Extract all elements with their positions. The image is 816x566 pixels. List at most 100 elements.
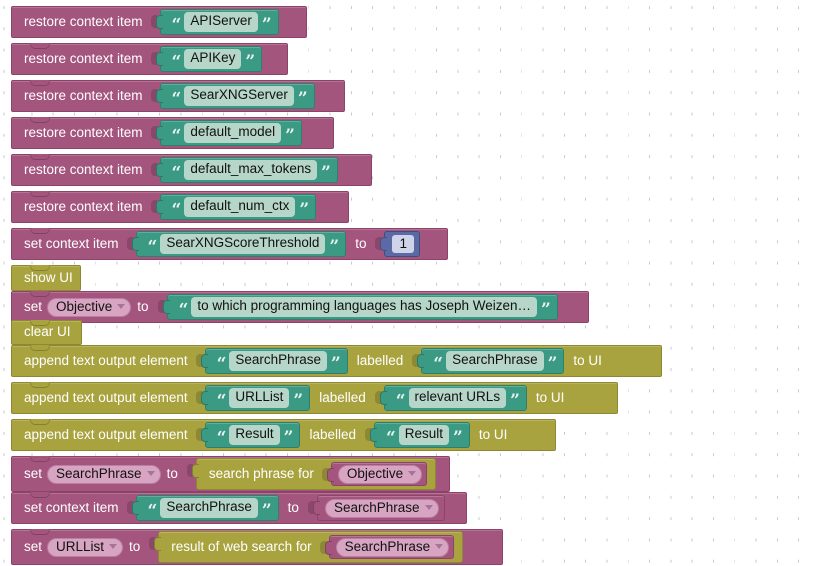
text-field-2[interactable]: relevant URLs bbox=[408, 388, 507, 408]
block-label: append text output element bbox=[24, 426, 188, 442]
text-field[interactable]: SearXNGScoreThreshold bbox=[160, 234, 326, 254]
dropdown-label: SearchPhrase bbox=[333, 499, 420, 515]
block-label: restore context item bbox=[24, 124, 143, 140]
text-value-block[interactable]: “ default_num_ctx ” bbox=[155, 194, 317, 220]
variable-dropdown-objective[interactable]: Objective bbox=[337, 464, 423, 484]
text-field[interactable]: default_num_ctx bbox=[184, 197, 296, 217]
reporter-label: search phrase for bbox=[208, 465, 314, 481]
text-value-block[interactable]: “ APIKey ” bbox=[155, 46, 263, 72]
connector-label: to bbox=[355, 235, 367, 251]
chevron-down-icon bbox=[146, 471, 155, 476]
connector-label: to bbox=[166, 465, 178, 481]
number-value-block[interactable]: 1 bbox=[380, 231, 420, 257]
blockly-workspace[interactable]: restore context item “ APIServer ” resto… bbox=[0, 0, 816, 566]
block-label: restore context item bbox=[24, 50, 143, 66]
block-canvas[interactable]: restore context item “ APIServer ” resto… bbox=[0, 0, 816, 566]
text-field-2[interactable]: Result bbox=[398, 425, 450, 445]
block-label: set context item bbox=[24, 235, 119, 251]
connector-label: to bbox=[137, 298, 149, 314]
block-label: set bbox=[24, 465, 43, 481]
text-value-block[interactable]: “ default_model ” bbox=[155, 120, 302, 146]
text-field[interactable]: SearchPhrase bbox=[160, 498, 258, 518]
text-value-block-2[interactable]: “ Result ” bbox=[370, 422, 470, 448]
block-label: restore context item bbox=[24, 161, 143, 177]
block-label: restore context item bbox=[24, 13, 143, 29]
text-value-block[interactable]: “ APIServer ” bbox=[155, 9, 279, 35]
number-field[interactable]: 1 bbox=[392, 234, 414, 254]
block-append-text-output-searchphrase[interactable]: append text output element “ SearchPhras… bbox=[11, 345, 662, 377]
variable-dropdown-searchphrase[interactable]: SearchPhrase bbox=[335, 537, 450, 557]
variable-dropdown-searchphrase[interactable]: SearchPhrase bbox=[47, 464, 161, 484]
text-value-block[interactable]: “ SearXNGServer ” bbox=[155, 83, 315, 109]
block-label: show UI bbox=[24, 269, 73, 285]
block-append-text-output-result[interactable]: append text output element “ Result ” la… bbox=[11, 419, 556, 451]
block-restore-context-item-searxngserver[interactable]: restore context item “ SearXNGServer ” bbox=[11, 80, 345, 112]
variable-dropdown-urllist[interactable]: URLList bbox=[47, 537, 124, 557]
connector-label: to bbox=[287, 499, 299, 515]
chevron-down-icon bbox=[109, 544, 118, 549]
connector-label: labelled bbox=[319, 389, 366, 405]
text-value-block[interactable]: “ to which programming languages has Jos… bbox=[162, 294, 558, 320]
connector-label: labelled bbox=[356, 352, 404, 368]
block-restore-context-item-default-max-tokens[interactable]: restore context item “ default_max_token… bbox=[11, 154, 372, 186]
text-field[interactable]: to which programming languages has Josep… bbox=[191, 297, 538, 317]
block-set-context-item-threshold[interactable]: set context item “ SearXNGScoreThreshold… bbox=[11, 228, 448, 260]
text-value-block[interactable]: “ SearchPhrase ” bbox=[200, 348, 348, 374]
text-field[interactable]: APIKey bbox=[184, 49, 242, 69]
reporter-label: result of web search for bbox=[171, 538, 312, 554]
block-set-variable-urllist[interactable]: set URLList to result of web search for … bbox=[11, 529, 503, 565]
block-label: set context item bbox=[24, 499, 119, 515]
block-label: clear UI bbox=[24, 324, 71, 340]
variable-dropdown-objective[interactable]: Objective bbox=[47, 297, 132, 317]
block-label: set bbox=[24, 538, 43, 554]
dropdown-label: SearchPhrase bbox=[344, 538, 431, 554]
block-restore-context-item-default-num-ctx[interactable]: restore context item “ default_num_ctx ” bbox=[11, 191, 349, 223]
text-value-block[interactable]: “ default_max_tokens ” bbox=[155, 157, 338, 183]
reporter-search-phrase-for[interactable]: search phrase for Objective bbox=[191, 458, 437, 490]
dropdown-label: URLList bbox=[56, 538, 105, 554]
reporter-result-of-web-search-for[interactable]: result of web search for SearchPhrase bbox=[154, 531, 464, 563]
block-set-variable-searchphrase[interactable]: set SearchPhrase to search phrase for Ob… bbox=[11, 456, 450, 492]
text-value-block[interactable]: “ SearchPhrase ” bbox=[131, 495, 279, 521]
text-value-block[interactable]: “ Result ” bbox=[200, 422, 301, 448]
block-label: append text output element bbox=[24, 389, 188, 405]
variable-value-block[interactable]: SearchPhrase bbox=[324, 535, 455, 559]
connector-label: labelled bbox=[309, 426, 356, 442]
text-value-block-2[interactable]: “ relevant URLs ” bbox=[379, 385, 527, 411]
chevron-down-icon bbox=[424, 505, 433, 510]
block-set-variable-objective[interactable]: set Objective to “ to which programming … bbox=[11, 291, 589, 323]
text-field[interactable]: default_model bbox=[184, 123, 282, 143]
text-field-2[interactable]: SearchPhrase bbox=[446, 351, 544, 371]
block-show-ui[interactable]: show UI bbox=[11, 265, 81, 291]
suffix-label: to UI bbox=[535, 389, 565, 405]
block-restore-context-item-apikey[interactable]: restore context item “ APIKey ” bbox=[11, 43, 288, 75]
text-value-block-2[interactable]: “ SearchPhrase ” bbox=[417, 348, 565, 374]
connector-label: to bbox=[129, 538, 141, 554]
chevron-down-icon bbox=[435, 544, 444, 549]
block-restore-context-item-apiserver[interactable]: restore context item “ APIServer ” bbox=[11, 6, 307, 38]
block-restore-context-item-default-model[interactable]: restore context item “ default_model ” bbox=[11, 117, 334, 149]
chevron-down-icon bbox=[408, 471, 417, 476]
variable-value-block[interactable]: Objective bbox=[326, 462, 428, 486]
text-field[interactable]: APIServer bbox=[184, 12, 258, 32]
dropdown-label: SearchPhrase bbox=[56, 465, 142, 481]
block-clear-ui[interactable]: clear UI bbox=[11, 320, 82, 345]
suffix-label: to UI bbox=[573, 352, 602, 368]
text-field[interactable]: Result bbox=[229, 425, 280, 445]
suffix-label: to UI bbox=[478, 426, 508, 442]
block-label: restore context item bbox=[24, 198, 143, 214]
block-append-text-output-urllist[interactable]: append text output element “ URLList ” l… bbox=[11, 382, 618, 414]
variable-value-block[interactable]: SearchPhrase bbox=[312, 495, 445, 521]
block-set-context-item-searchphrase[interactable]: set context item “ SearchPhrase ” to Sea… bbox=[11, 492, 467, 524]
text-value-block[interactable]: “ SearXNGScoreThreshold ” bbox=[131, 231, 347, 257]
text-field[interactable]: SearchPhrase bbox=[229, 351, 327, 371]
dropdown-label: Objective bbox=[346, 465, 404, 481]
block-label: restore context item bbox=[24, 87, 143, 103]
variable-dropdown-searchphrase[interactable]: SearchPhrase bbox=[324, 498, 439, 518]
text-value-block[interactable]: “ URLList ” bbox=[200, 385, 311, 411]
chevron-down-icon bbox=[117, 304, 126, 309]
text-field[interactable]: URLList bbox=[229, 388, 290, 408]
text-field[interactable]: SearXNGServer bbox=[184, 86, 294, 106]
text-field[interactable]: default_max_tokens bbox=[184, 160, 318, 180]
block-label: append text output element bbox=[24, 352, 188, 368]
